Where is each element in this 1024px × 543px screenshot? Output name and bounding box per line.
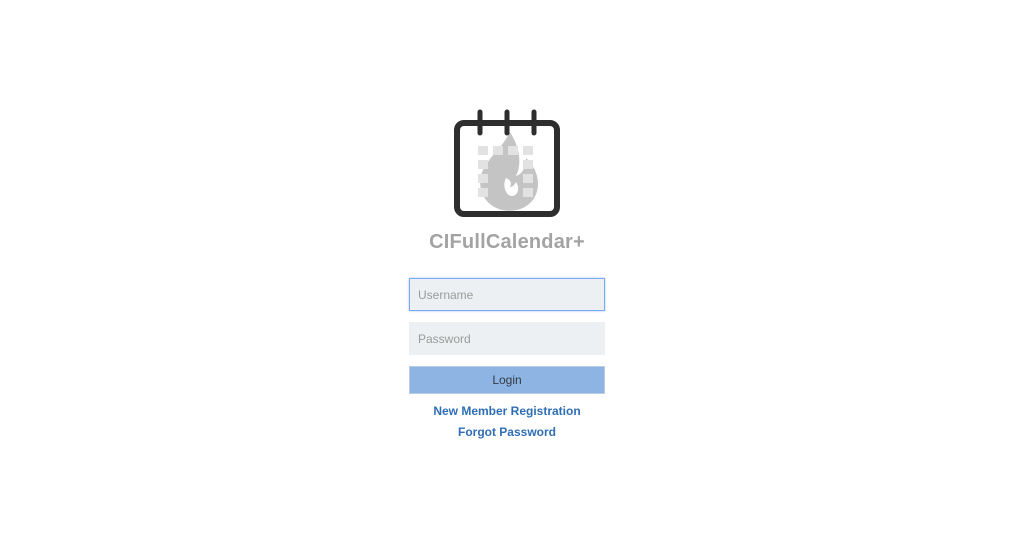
new-member-registration-link[interactable]: New Member Registration [0, 404, 1014, 418]
username-input[interactable] [409, 278, 605, 311]
login-page: CIFullCalendar+ Login New Member Registr… [0, 0, 1024, 543]
forgot-password-link[interactable]: Forgot Password [0, 425, 1014, 439]
app-title: CIFullCalendar+ [429, 231, 585, 253]
login-button[interactable]: Login [409, 366, 605, 394]
password-input[interactable] [409, 322, 605, 355]
calendar-flame-icon [454, 109, 560, 217]
